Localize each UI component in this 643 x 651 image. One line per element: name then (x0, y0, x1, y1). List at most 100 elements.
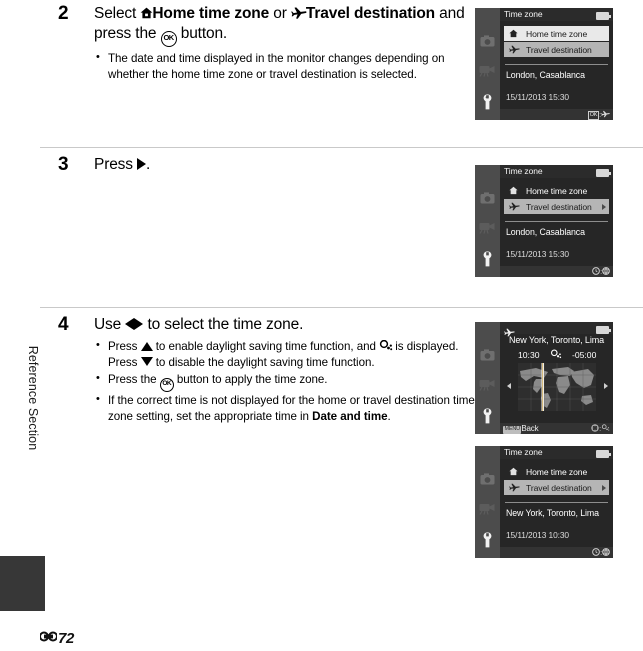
bottom-hint: : (592, 548, 610, 557)
section-divider-1 (40, 147, 643, 148)
step-4-bullet-2: Press the OK button to apply the time zo… (94, 371, 484, 392)
screen-title: Time zone (504, 166, 543, 176)
menu-row-home-time-zone[interactable]: Home time zone (504, 464, 609, 479)
clock-icon (592, 267, 600, 276)
home-icon (509, 186, 518, 197)
b2-b: button to apply the time zone. (173, 372, 328, 386)
menu-row-home-time-zone[interactable]: Home time zone (504, 26, 609, 41)
b3-end: . (387, 409, 391, 423)
datetime-text: 15/11/2013 15:30 (506, 249, 569, 259)
clock-icon (592, 548, 600, 557)
step-4-bullet-1: Press to enable daylight saving time fun… (94, 338, 484, 371)
map-prev-arrow[interactable] (507, 383, 511, 389)
dst-icon (601, 424, 610, 433)
world-map-image[interactable] (518, 363, 596, 411)
page-number: 72 (39, 629, 74, 647)
menu-row-home-time-zone[interactable]: Home time zone (504, 183, 609, 198)
dst-icon (379, 340, 393, 352)
battery-icon (596, 326, 611, 334)
screen-divider (505, 64, 608, 65)
movie-menu-icon[interactable] (475, 64, 500, 82)
menu-row-label: Travel destination (526, 483, 592, 493)
screen-content: Time zone Home time zone Travel destinat… (500, 8, 613, 120)
screen-title: Time zone (504, 447, 543, 457)
b3-bold: Date and time (312, 409, 388, 423)
step-2-heading-home: Home time zone (152, 5, 270, 22)
screen-title: Time zone (504, 9, 543, 19)
step-3-heading: Press . (94, 155, 484, 175)
step-4-heading-use: Use (94, 316, 126, 333)
shooting-menu-icon[interactable] (475, 348, 500, 366)
screen-titlebar: Time zone (500, 165, 613, 178)
step-4-bullet-3: If the correct time is not displayed for… (94, 392, 484, 425)
menu-row-label: Home time zone (526, 186, 588, 196)
menu-row-label: Home time zone (526, 29, 588, 39)
bottom-hint: : (592, 267, 610, 276)
step-4-bullets: Press to enable daylight saving time fun… (94, 338, 484, 425)
setup-menu-icon[interactable] (475, 94, 500, 115)
shooting-menu-icon[interactable] (475, 191, 500, 209)
menu-row-travel-destination[interactable]: Travel destination (504, 199, 609, 214)
down-arrow-icon (140, 357, 153, 367)
screen-content: New York, Toronto, Lima 10:30 -05:00 MEN… (500, 322, 613, 434)
step-2-bullet-1: The date and time displayed in the monit… (94, 50, 484, 83)
home-icon (509, 29, 518, 40)
plane-icon (509, 202, 520, 213)
step-3-heading-press: Press (94, 156, 138, 173)
step-2-number: 2 (58, 3, 69, 24)
city-text: London, Casablanca (506, 70, 585, 80)
home-icon (509, 467, 518, 478)
screen-bottom-bar: : (500, 266, 613, 277)
screen-titlebar (500, 322, 613, 337)
movie-menu-icon[interactable] (475, 378, 500, 396)
chapter-label: Reference Section (26, 345, 40, 451)
step-3-number: 3 (58, 154, 69, 175)
right-arrow-icon (137, 158, 147, 170)
map-next-arrow[interactable] (604, 383, 608, 389)
movie-menu-icon[interactable] (475, 221, 500, 239)
screen-titlebar: Time zone (500, 8, 613, 21)
datetime-text: 15/11/2013 10:30 (506, 530, 569, 540)
map-utc-offset: -05:00 (572, 350, 597, 360)
screen-step3: Time zone Home time zone Travel destinat… (475, 165, 613, 277)
back-hint[interactable]: MENU Back (503, 424, 539, 434)
screen-divider (505, 221, 608, 222)
screen-tab-column (475, 322, 500, 434)
step-3-heading-period: . (146, 156, 151, 173)
plane-icon (509, 45, 520, 56)
battery-icon (596, 450, 611, 458)
reference-mark-icon (39, 629, 58, 646)
ok-button-icon-2: OK (159, 377, 174, 392)
menu-row-travel-destination[interactable]: Travel destination (504, 480, 609, 495)
menu-row-label: Travel destination (526, 45, 592, 55)
step-4-heading: Use to select the time zone. (94, 315, 484, 335)
step-2-heading-travel: Travel destination (305, 5, 435, 22)
step-2-heading-end: button. (176, 25, 228, 43)
movie-menu-icon[interactable] (475, 502, 500, 520)
multi-selector-icon (591, 424, 599, 433)
step-2-heading-or: or (269, 5, 291, 22)
setup-menu-icon[interactable] (475, 532, 500, 553)
step-2-heading-select: Select (94, 5, 141, 22)
screen-step4-map: New York, Toronto, Lima 10:30 -05:00 MEN… (475, 322, 613, 434)
b1-b: to enable daylight saving time function,… (152, 340, 380, 354)
shooting-menu-icon[interactable] (475, 472, 500, 490)
setup-menu-icon[interactable] (475, 408, 500, 429)
city-text: New York, Toronto, Lima (506, 508, 599, 518)
left-arrow-icon (125, 318, 135, 330)
b1-a: Press (108, 340, 141, 354)
ok-button-icon: OK (160, 31, 177, 48)
globe-icon (602, 548, 610, 557)
screen-bottom-bar: MENU Back : (500, 423, 613, 434)
dst-icon (550, 349, 562, 362)
shooting-menu-icon[interactable] (475, 34, 500, 52)
map-city-text: New York, Toronto, Lima (508, 335, 605, 345)
menu-row-label: Travel destination (526, 202, 592, 212)
b3-a: If the correct time is not displayed for… (108, 393, 475, 423)
bottom-hint: : (591, 424, 610, 433)
setup-menu-icon[interactable] (475, 251, 500, 272)
step-4-heading-end: to select the time zone. (143, 316, 304, 333)
menu-row-travel-destination[interactable]: Travel destination (504, 42, 609, 57)
chapter-tab (0, 556, 45, 611)
menu-chip: MENU (503, 426, 522, 434)
